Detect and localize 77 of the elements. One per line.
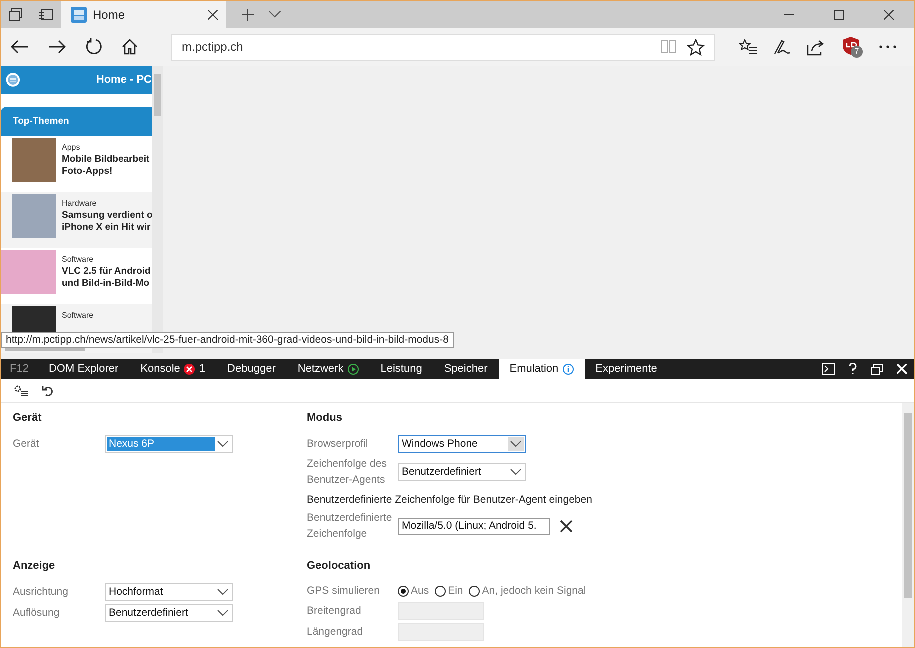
article-category: Apps — [62, 143, 82, 152]
article-title: Mobile Bildbearbeit — [62, 154, 150, 166]
section-heading: Anzeige — [13, 560, 56, 572]
extension-count-badge: 7 — [851, 46, 863, 58]
article-title: Foto-Apps! — [62, 166, 114, 178]
photo-placeholder — [1, 250, 56, 294]
radio-option[interactable]: Aus — [398, 585, 430, 597]
back-arrow-icon[interactable] — [11, 40, 29, 54]
photo-placeholder — [12, 138, 56, 182]
chevron-down-icon[interactable] — [269, 11, 281, 18]
refresh-icon[interactable] — [85, 38, 103, 56]
article-category: Hardware — [62, 199, 98, 208]
article-title: und Bild-in-Bild-Mo — [62, 278, 151, 290]
more-icon[interactable] — [879, 45, 897, 49]
field-label: Browserprofil — [307, 437, 370, 452]
article-title: VLC 2.5 für Android — [62, 266, 151, 278]
input-field[interactable]: Mozilla/5.0 (Linux; Android 5. — [398, 518, 550, 534]
chevron-down-icon — [508, 437, 524, 451]
site-favicon-icon — [71, 6, 87, 22]
site-title: Home - PC — [96, 74, 152, 86]
settings-list-icon[interactable] — [14, 384, 28, 396]
devtools-tab[interactable]: Emulation — [498, 359, 585, 379]
play-circle-icon — [348, 364, 359, 374]
close-icon[interactable] — [884, 10, 894, 20]
section-heading: Geolocation — [307, 560, 372, 572]
browser-tab[interactable]: Home — [61, 1, 226, 28]
dropdown[interactable]: Benutzerdefiniert — [105, 604, 233, 622]
article-card[interactable]: Apps Mobile Bildbearbeit Foto-Apps! — [1, 136, 152, 192]
field-label: Auflösung — [13, 606, 61, 621]
undo-icon[interactable] — [42, 384, 54, 396]
favorites-list-icon[interactable] — [739, 38, 757, 56]
forward-arrow-icon[interactable] — [48, 40, 66, 54]
section-heading: Gerät — [13, 412, 43, 424]
horizontal-scrollbar[interactable] — [5, 348, 85, 351]
dropdown[interactable]: Windows Phone — [398, 435, 526, 453]
photo-placeholder — [12, 194, 56, 238]
field-label: Gerät — [13, 437, 40, 452]
pen-icon[interactable] — [773, 38, 791, 56]
address-text: m.pctipp.ch — [182, 40, 244, 54]
field-label: Zeichenfolge des Benutzer-Agents — [307, 457, 388, 488]
tab-preview-icon[interactable] — [38, 8, 54, 20]
status-url-tooltip: http://m.pctipp.ch/news/artikel/vlc-25-fuer-android-mit-360-grad-videos-und-bild-in-bild-modus-8 — [1, 332, 454, 348]
dropdown[interactable]: Hochformat — [105, 583, 233, 601]
field-label: Längengrad — [307, 625, 364, 640]
field-label: Benutzerdefinierte Zeichenfolge — [307, 511, 394, 542]
scrollbar[interactable] — [902, 403, 914, 647]
address-field[interactable]: m.pctipp.ch — [171, 34, 715, 60]
home-icon[interactable] — [122, 39, 138, 55]
clear-x-icon[interactable] — [560, 520, 573, 532]
info-icon — [562, 364, 574, 374]
tab-title: Home — [93, 8, 126, 22]
f12-label: F12 — [9, 363, 30, 375]
radio-option[interactable]: Ein — [435, 585, 464, 597]
article-category: Software — [62, 255, 95, 264]
console-prompt-icon[interactable] — [822, 363, 835, 375]
site-logo-icon[interactable] — [6, 70, 20, 90]
shield-extension-icon[interactable]: 7 — [843, 37, 861, 57]
section-heading: Modus — [307, 412, 344, 424]
new-tab-icon[interactable] — [242, 8, 254, 20]
undock-icon[interactable] — [871, 364, 883, 374]
error-icon — [184, 364, 196, 374]
help-icon[interactable] — [849, 363, 857, 375]
close-tab-icon[interactable] — [208, 10, 218, 20]
instruction-text: Benutzerdefinierte Zeichenfolge für Benutzer-Agent eingeben — [307, 494, 594, 506]
tabs-aside-icon[interactable] — [9, 8, 23, 22]
maximize-icon[interactable] — [834, 10, 844, 20]
radio-option[interactable]: An, jedoch kein Signal — [469, 585, 586, 597]
star-icon[interactable] — [687, 38, 705, 56]
share-icon[interactable] — [807, 38, 825, 56]
field-label: Breitengrad — [307, 604, 362, 619]
article-title: iPhone X ein Hit wir — [62, 222, 152, 234]
field-label: GPS simulieren — [307, 584, 381, 599]
article-card[interactable]: Software VLC 2.5 für Android und Bild-in-Bild-Mo — [1, 248, 152, 304]
field-label: Ausrichtung — [13, 585, 70, 600]
dropdown[interactable]: Benutzerdefiniert — [398, 463, 526, 481]
article-category: Software — [62, 311, 94, 320]
section-title: Top-Themen — [13, 116, 70, 127]
